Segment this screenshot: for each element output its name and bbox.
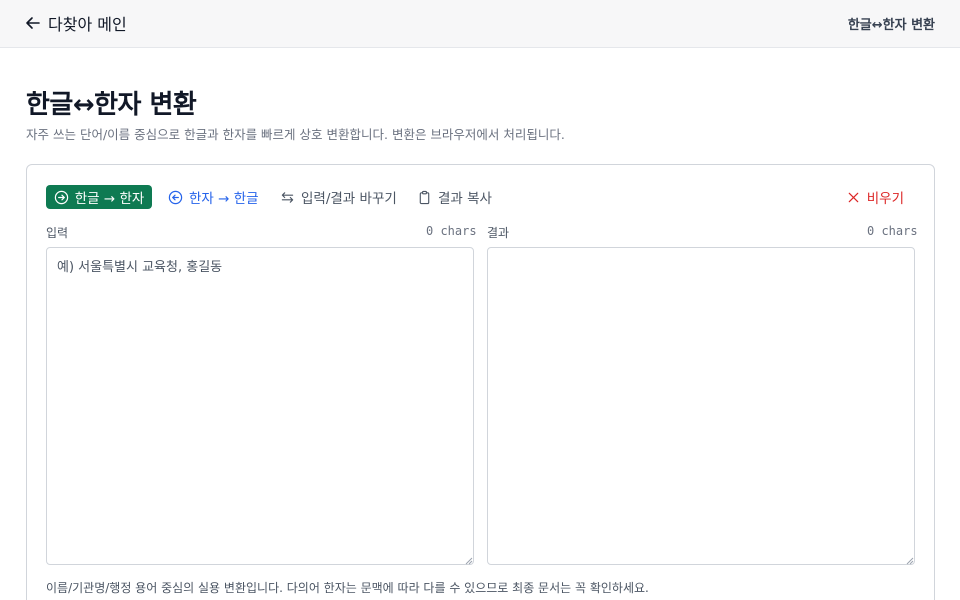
input-label: 입력 xyxy=(46,226,69,240)
output-char-count: 0 chars xyxy=(867,224,918,238)
circle-arrow-right-icon xyxy=(54,190,68,204)
clear-label: 비우기 xyxy=(866,191,904,207)
arrow-left-icon xyxy=(26,17,40,29)
output-label: 결과 xyxy=(487,226,510,240)
back-to-main-link[interactable]: 다찾아 메인 xyxy=(24,12,127,34)
hanja-to-hangul-label: 한자 → 한글 xyxy=(189,191,259,207)
input-char-count: 0 chars xyxy=(426,224,477,238)
close-icon xyxy=(848,192,859,202)
swap-arrows-icon xyxy=(281,191,294,203)
input-textarea[interactable] xyxy=(46,247,474,565)
swap-label: 입력/결과 바꾸기 xyxy=(301,191,397,207)
output-resize-handle[interactable] xyxy=(906,557,914,565)
input-resize-handle[interactable] xyxy=(465,557,473,565)
page-subtitle: 자주 쓰는 단어/이름 중심으로 한글과 한자를 빠르게 상호 변환합니다. 변… xyxy=(26,127,565,142)
swap-input-output-button[interactable]: 입력/결과 바꾸기 xyxy=(280,185,397,209)
page-title: 한글↔한자 변환 xyxy=(26,90,197,120)
header-title: 한글↔한자 변환 xyxy=(847,18,935,33)
hanja-to-hangul-button[interactable]: 한자 → 한글 xyxy=(168,185,259,209)
circle-arrow-left-icon xyxy=(168,190,183,204)
clipboard-icon xyxy=(419,190,430,204)
clear-button[interactable]: 비우기 xyxy=(846,185,904,209)
hangul-to-hanja-button[interactable]: 한글 → 한자 xyxy=(46,185,152,209)
copy-result-button[interactable]: 결과 복사 xyxy=(417,185,492,209)
copy-label: 결과 복사 xyxy=(438,191,492,207)
hangul-to-hanja-label: 한글 → 한자 xyxy=(74,191,145,207)
converter-card: 한글 → 한자 한자 → 한글 입력/결과 바꾸기 결과 복사 비우기 입력 0… xyxy=(26,164,935,600)
usage-note: 이름/기관명/행정 용어 중심의 실용 변환입니다. 다의어 한자는 문맥에 따… xyxy=(46,581,649,595)
back-link-label: 다찾아 메인 xyxy=(48,15,127,34)
top-bar: 다찾아 메인 한글↔한자 변환 xyxy=(0,0,960,48)
output-textarea[interactable] xyxy=(487,247,915,565)
